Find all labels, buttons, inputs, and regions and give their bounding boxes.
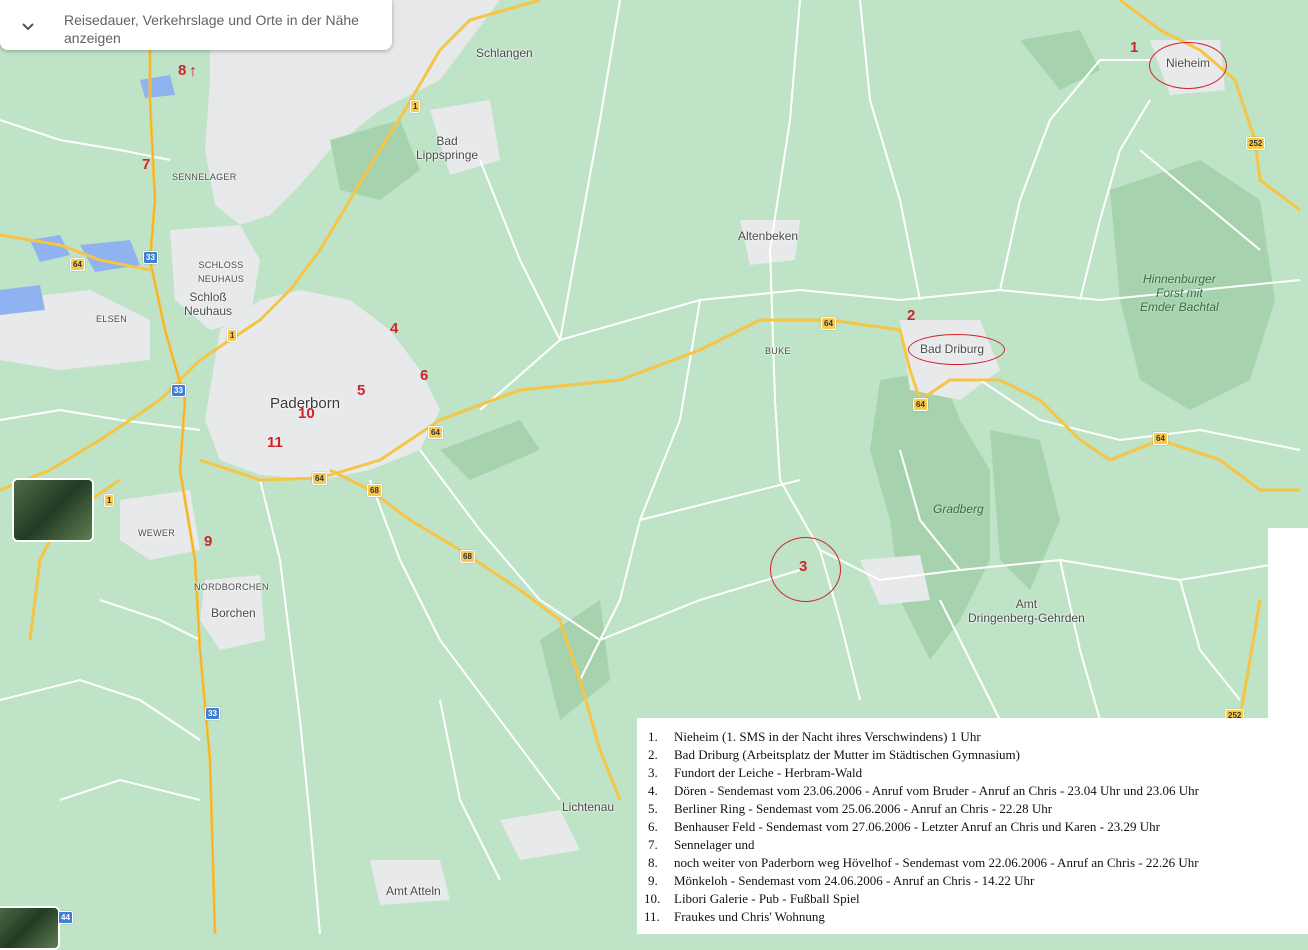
marker-11: 11 xyxy=(267,434,283,451)
legend-item-text: Bad Driburg (Arbeitsplatz der Mutter im … xyxy=(674,747,1020,762)
search-panel[interactable]: Reisedauer, Verkehrslage und Orte in der… xyxy=(0,0,392,50)
place-gradberg: Gradberg xyxy=(933,502,984,516)
legend-item: 1. Nieheim (1. SMS in der Nacht ihres Ver… xyxy=(637,728,1308,746)
legend-item-number: 5. xyxy=(648,801,658,816)
legend-item-text: Benhauser Feld - Sendemast vom 27.06.200… xyxy=(674,819,1160,834)
marker-10: 10 xyxy=(298,405,315,422)
legend-item-number: 2. xyxy=(648,747,658,762)
legend-item-text: Sennelager und xyxy=(674,837,755,852)
legend-item: 5. Berliner Ring - Sendemast vom 25.06.20… xyxy=(637,800,1308,818)
place-wewer: WEWER xyxy=(138,528,175,538)
place-schloss-neuhaus: Schloß Neuhaus xyxy=(184,290,233,318)
legend-item: 4. Dören - Sendemast vom 23.06.2006 - Anr… xyxy=(637,782,1308,800)
road-shield-b64: 64 xyxy=(913,398,928,411)
place-altenbeken: Altenbeken xyxy=(738,229,799,243)
place-amt-atteln: Amt Atteln xyxy=(386,884,441,898)
chevron-down-icon[interactable] xyxy=(20,18,36,34)
road-shield-a33: 33 xyxy=(171,384,186,397)
road-shield-b252: 252 xyxy=(1246,137,1266,150)
map-blank-region xyxy=(1268,528,1308,718)
legend-item-number: 9. xyxy=(648,873,658,888)
legend-item-number: 8. xyxy=(648,855,658,870)
place-borchen: Borchen xyxy=(211,606,256,620)
legend-item-text: Fraukes und Chris' Wohnung xyxy=(674,909,825,924)
legend-item-text: Dören - Sendemast vom 23.06.2006 - Anruf… xyxy=(674,783,1199,798)
legend-item: 6. Benhauser Feld - Sendemast vom 27.06.2… xyxy=(637,818,1308,836)
place-buke: BUKE xyxy=(765,346,791,356)
road-shield-b64: 64 xyxy=(70,258,85,271)
road-shield-b64: 64 xyxy=(312,472,327,485)
legend-item-number: 7. xyxy=(648,837,658,852)
legend-list: 1. Nieheim (1. SMS in der Nacht ihres Ver… xyxy=(637,718,1308,926)
marker-1: 1 xyxy=(1130,39,1139,56)
legend-item-text: noch weiter von Paderborn weg Hövelhof -… xyxy=(674,855,1199,870)
legend-panel: 1. Nieheim (1. SMS in der Nacht ihres Ver… xyxy=(637,718,1308,934)
marker-7: 7 xyxy=(142,156,151,173)
legend-item-number: 10. xyxy=(644,891,661,906)
legend-item-number: 3. xyxy=(648,765,658,780)
legend-item-number: 1. xyxy=(648,729,658,744)
legend-item: 2. Bad Driburg (Arbeitsplatz der Mutter i… xyxy=(637,746,1308,764)
marker-3: 3 xyxy=(799,558,808,575)
marker-6: 6 xyxy=(420,367,429,384)
highlight-circle-bad-driburg xyxy=(908,334,1005,365)
satellite-layer-thumbnail[interactable] xyxy=(12,478,94,542)
place-lichtenau: Lichtenau xyxy=(562,800,615,814)
legend-item-number: 4. xyxy=(648,783,658,798)
legend-item-text: Libori Galerie - Pub - Fußball Spiel xyxy=(674,891,860,906)
road-shield-b1: 1 xyxy=(410,100,421,113)
marker-5: 5 xyxy=(357,382,366,399)
marker-2: 2 xyxy=(907,307,916,324)
marker-8-arrow: ↑ xyxy=(189,63,197,80)
satellite-layer-thumbnail-bottom[interactable] xyxy=(0,906,60,950)
road-shield-b68: 68 xyxy=(367,484,382,497)
place-bad-lippspringe: Bad Lippspringe xyxy=(416,134,479,162)
place-amt-dringenberg-gehrden: Amt Dringenberg-Gehrden xyxy=(968,597,1085,625)
legend-item-number: 6. xyxy=(648,819,658,834)
highlight-circle-nieheim xyxy=(1149,42,1227,89)
legend-item: 3. Fundort der Leiche - Herbram-Wald xyxy=(637,764,1308,782)
legend-item-text: Fundort der Leiche - Herbram-Wald xyxy=(674,765,863,780)
place-elsen: ELSEN xyxy=(96,314,128,324)
marker-9: 9 xyxy=(204,533,213,550)
road-shield-a33: 33 xyxy=(205,707,220,720)
road-shield-b1: 1 xyxy=(227,329,238,342)
marker-8: 8 xyxy=(178,62,187,79)
legend-item: 8. noch weiter von Paderborn weg Hövelhof… xyxy=(637,854,1308,872)
legend-item: 7. Sennelager und xyxy=(637,836,1308,854)
legend-item-text: Nieheim (1. SMS in der Nacht ihres Versc… xyxy=(674,729,981,744)
place-sennelager: SENNELAGER xyxy=(172,172,237,182)
road-shield-b64: 64 xyxy=(428,426,443,439)
legend-item-number: 11. xyxy=(644,909,660,924)
road-shield-b1: 1 xyxy=(104,494,115,507)
search-panel-text: Reisedauer, Verkehrslage und Orte in der… xyxy=(64,12,359,46)
marker-4: 4 xyxy=(390,320,399,337)
road-shield-b64: 64 xyxy=(821,317,836,330)
place-schlangen: Schlangen xyxy=(476,46,533,60)
road-shield-a33: 33 xyxy=(143,251,158,264)
place-nordborchen: NORDBORCHEN xyxy=(194,582,269,592)
legend-item: 11. Fraukes und Chris' Wohnung xyxy=(637,908,1308,926)
legend-item-text: Mönkeloh - Sendemast vom 24.06.2006 - An… xyxy=(674,873,1035,888)
place-schloss-neuhaus-district: SCHLOSS NEUHAUS xyxy=(198,260,245,284)
legend-item-text: Berliner Ring - Sendemast vom 25.06.2006… xyxy=(674,801,1053,816)
legend-item: 9. Mönkeloh - Sendemast vom 24.06.2006 - … xyxy=(637,872,1308,890)
road-shield-b64: 64 xyxy=(1153,432,1168,445)
legend-item: 10. Libori Galerie - Pub - Fußball Spiel xyxy=(637,890,1308,908)
road-shield-a44: 44 xyxy=(58,911,73,924)
place-hinnenburger-forst: Hinnenburger Forst mit Emder Bachtal xyxy=(1140,272,1219,314)
road-shield-b68: 68 xyxy=(460,550,475,563)
